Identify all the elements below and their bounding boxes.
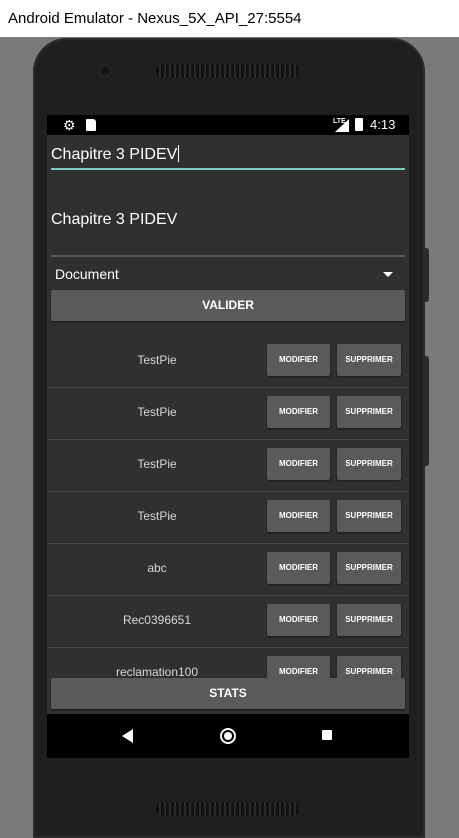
home-icon[interactable] <box>220 728 236 744</box>
text-caret <box>178 145 180 162</box>
list-item: abc MODIFIER SUPPRIMER <box>47 543 409 596</box>
network-type: LTE <box>333 118 346 125</box>
chevron-down-icon <box>383 272 393 277</box>
list-item-label: TestPie <box>137 457 177 471</box>
back-icon[interactable] <box>122 729 133 743</box>
bottom-speaker <box>156 802 300 816</box>
list-item: TestPie MODIFIER SUPPRIMER <box>47 335 409 388</box>
modify-button[interactable]: MODIFIER <box>267 448 330 480</box>
delete-button[interactable]: SUPPRIMER <box>337 344 401 376</box>
list-item-label: reclamation100 <box>115 665 199 678</box>
delete-button[interactable]: SUPPRIMER <box>337 552 401 584</box>
list-item: TestPie MODIFIER SUPPRIMER <box>47 491 409 544</box>
items-list[interactable]: TestPie MODIFIER SUPPRIMER TestPie MODIF… <box>47 335 409 678</box>
validate-button[interactable]: VALIDER <box>51 290 405 321</box>
status-time: 4:13 <box>370 117 396 132</box>
type-dropdown[interactable]: Document <box>51 262 405 286</box>
stats-button[interactable]: STATS <box>51 678 405 709</box>
modify-button[interactable]: MODIFIER <box>267 604 330 636</box>
title-input-value: Chapitre 3 PIDEV <box>51 146 178 163</box>
delete-button[interactable]: SUPPRIMER <box>337 396 401 428</box>
title-input[interactable]: Chapitre 3 PIDEV <box>51 142 405 170</box>
type-dropdown-value: Document <box>55 266 119 282</box>
settings-gear-icon: ⚙ <box>63 117 76 133</box>
delete-button[interactable]: SUPPRIMER <box>337 656 401 678</box>
sd-card-icon <box>86 119 96 131</box>
delete-button[interactable]: SUPPRIMER <box>337 604 401 636</box>
delete-button[interactable]: SUPPRIMER <box>337 448 401 480</box>
top-speaker <box>156 64 300 78</box>
device-screen: ⚙ LTE 4:13 Chapitre 3 PIDEV Chapitre 3 P… <box>47 115 409 758</box>
battery-icon <box>355 118 363 131</box>
status-bar: ⚙ LTE 4:13 <box>47 115 409 135</box>
divider <box>51 255 405 257</box>
modify-button[interactable]: MODIFIER <box>267 396 330 428</box>
modify-button[interactable]: MODIFIER <box>267 344 330 376</box>
modify-button[interactable]: MODIFIER <box>267 552 330 584</box>
list-item-label: Rec0396651 <box>122 613 192 627</box>
list-item-label: TestPie <box>137 509 177 523</box>
volume-button[interactable] <box>425 248 429 302</box>
front-camera <box>100 66 110 76</box>
power-button[interactable] <box>425 356 429 466</box>
list-item: Rec0396651 MODIFIER SUPPRIMER <box>47 595 409 648</box>
list-item-label: abc <box>147 561 167 575</box>
recents-icon[interactable] <box>322 730 332 740</box>
list-item-label: TestPie <box>137 405 177 419</box>
title-display-label: Chapitre 3 PIDEV <box>51 211 178 228</box>
emulator-window-title: Android Emulator - Nexus_5X_API_27:5554 <box>0 0 459 37</box>
navigation-bar <box>47 714 409 758</box>
list-item-label: TestPie <box>137 353 177 367</box>
list-item: TestPie MODIFIER SUPPRIMER <box>47 439 409 492</box>
modify-button[interactable]: MODIFIER <box>267 656 330 678</box>
list-item: TestPie MODIFIER SUPPRIMER <box>47 387 409 440</box>
delete-button[interactable]: SUPPRIMER <box>337 500 401 532</box>
list-item: reclamation100 MODIFIER SUPPRIMER <box>47 647 409 678</box>
modify-button[interactable]: MODIFIER <box>267 500 330 532</box>
